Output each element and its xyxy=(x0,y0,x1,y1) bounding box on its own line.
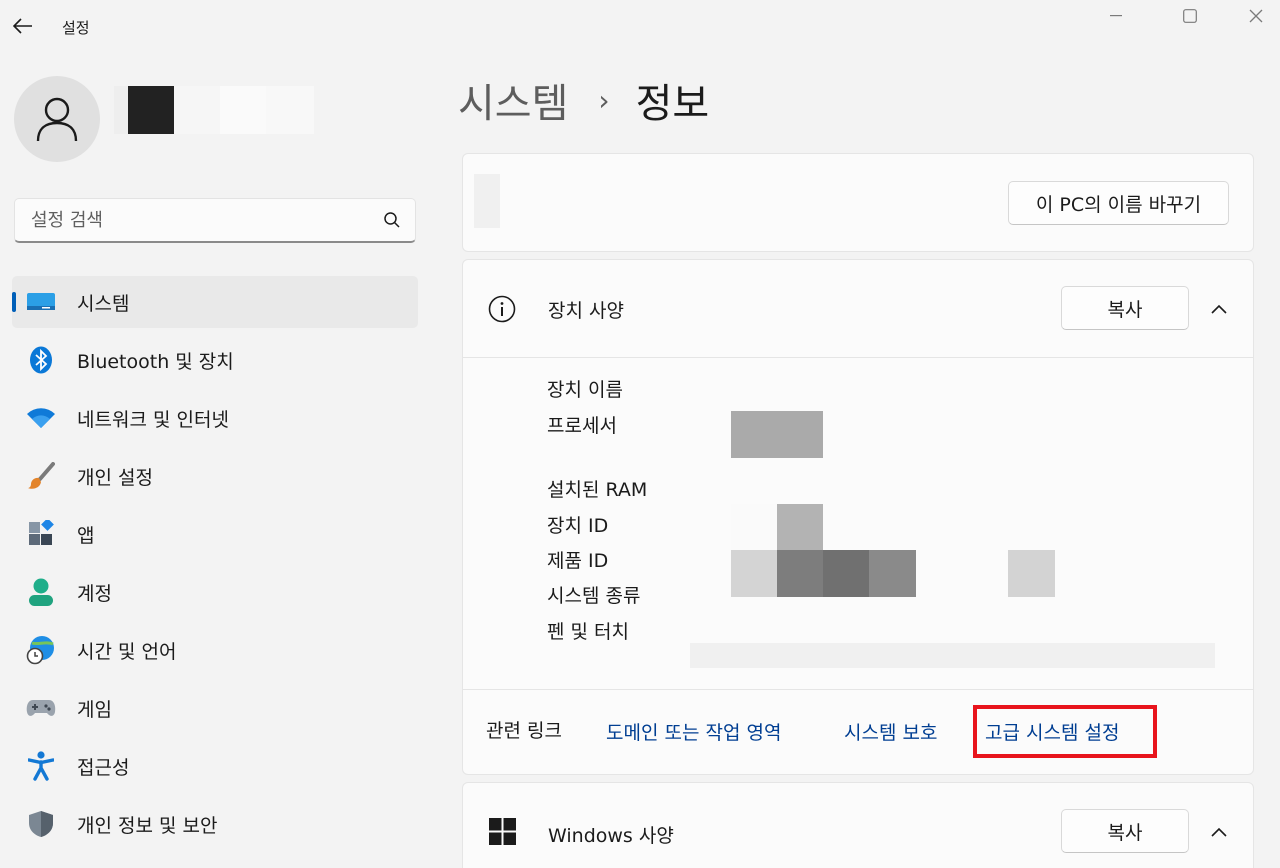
related-links-divider xyxy=(463,689,1253,690)
sidebar-item-accessibility[interactable]: 접근성 xyxy=(12,740,418,792)
search-box xyxy=(14,198,416,243)
close-button[interactable] xyxy=(1236,4,1276,28)
chevron-up-icon xyxy=(1211,827,1227,837)
sidebar-item-label: 앱 xyxy=(77,525,95,547)
info-icon xyxy=(488,295,516,323)
shield-icon xyxy=(26,810,56,838)
sidebar-item-label: 시스템 xyxy=(77,293,130,315)
window-title: 설정 xyxy=(62,19,90,37)
collapse-device-specs-button[interactable] xyxy=(1208,298,1230,320)
copy-device-specs-button[interactable]: 복사 xyxy=(1061,286,1189,330)
windows-logo-icon xyxy=(489,818,516,845)
highlight-box xyxy=(973,705,1157,758)
sidebar-item-apps[interactable]: 앱 xyxy=(12,508,418,560)
breadcrumb-parent[interactable]: 시스템 xyxy=(458,71,568,129)
sidebar-item-accounts[interactable]: 계정 xyxy=(12,566,418,618)
copy-windows-specs-button[interactable]: 복사 xyxy=(1061,809,1189,853)
breadcrumb-separator: › xyxy=(598,83,610,117)
windows-specs-card: Windows 사양 복사 xyxy=(462,782,1254,868)
link-system-protection[interactable]: 시스템 보호 xyxy=(844,718,937,745)
pc-name-redacted xyxy=(474,174,500,228)
search-icon[interactable] xyxy=(383,211,401,229)
spec-label-installed-ram: 설치된 RAM xyxy=(547,479,648,501)
accessibility-icon xyxy=(26,751,56,781)
sidebar-item-gaming[interactable]: 게임 xyxy=(12,682,418,734)
rename-pc-button[interactable]: 이 PC의 이름 바꾸기 xyxy=(1008,181,1229,225)
spec-label-device-name: 장치 이름 xyxy=(547,379,623,401)
minimize-button[interactable] xyxy=(1096,4,1136,28)
paintbrush-icon xyxy=(26,462,56,490)
sidebar-item-label: 게임 xyxy=(77,699,112,721)
apps-icon xyxy=(26,520,56,548)
sidebar-item-network[interactable]: 네트워크 및 인터넷 xyxy=(12,392,418,444)
search-input[interactable] xyxy=(15,199,375,241)
breadcrumb: 시스템 › 정보 xyxy=(458,72,709,128)
maximize-button[interactable] xyxy=(1170,4,1210,28)
link-domain-workgroup[interactable]: 도메인 또는 작업 영역 xyxy=(606,718,781,745)
maximize-icon xyxy=(1183,9,1197,23)
avatar[interactable] xyxy=(14,76,100,162)
title-bar: 설정 xyxy=(0,0,1280,52)
spec-label-product-id: 제품 ID xyxy=(547,550,609,572)
windows-specs-title: Windows 사양 xyxy=(548,825,674,847)
sidebar-item-label: 개인 설정 xyxy=(77,467,153,489)
account-icon xyxy=(26,578,56,606)
spec-label-device-id: 장치 ID xyxy=(547,515,609,537)
profile-name-redacted xyxy=(114,86,314,134)
device-specs-title: 장치 사양 xyxy=(548,300,624,322)
bluetooth-icon xyxy=(26,346,56,374)
sidebar-item-label: 접근성 xyxy=(77,757,130,779)
gamepad-icon xyxy=(26,694,56,722)
sidebar-item-personalization[interactable]: 개인 설정 xyxy=(12,450,418,502)
time-language-icon xyxy=(26,636,56,665)
collapse-windows-specs-button[interactable] xyxy=(1208,821,1230,843)
back-arrow-icon xyxy=(13,18,32,34)
system-display-icon xyxy=(26,288,56,316)
wifi-icon xyxy=(26,404,56,432)
sidebar-nav: 시스템 Bluetooth 및 장치 네트워크 및 인터넷 개인 설정 앱 계정 xyxy=(12,276,418,856)
user-icon xyxy=(36,97,78,142)
sidebar-item-time-language[interactable]: 시간 및 언어 xyxy=(12,624,418,676)
sidebar-item-label: 계정 xyxy=(77,583,112,605)
spec-label-processor: 프로세서 xyxy=(547,415,617,437)
sidebar-item-label: Bluetooth 및 장치 xyxy=(77,351,234,373)
related-links-title: 관련 링크 xyxy=(486,720,562,742)
sidebar-item-privacy-security[interactable]: 개인 정보 및 보안 xyxy=(12,798,418,850)
chevron-up-icon xyxy=(1211,304,1227,314)
close-icon xyxy=(1249,9,1263,23)
spec-label-system-type: 시스템 종류 xyxy=(547,585,641,607)
minimize-icon xyxy=(1110,15,1122,17)
sidebar-item-label: 시간 및 언어 xyxy=(77,641,177,663)
pc-name-card: 이 PC의 이름 바꾸기 xyxy=(462,153,1254,252)
page-title: 정보 xyxy=(635,81,710,127)
sidebar-item-bluetooth[interactable]: Bluetooth 및 장치 xyxy=(12,334,418,386)
spec-label-pen-touch: 펜 및 터치 xyxy=(547,621,629,643)
sidebar-item-label: 개인 정보 및 보안 xyxy=(77,815,218,837)
sidebar-item-label: 네트워크 및 인터넷 xyxy=(77,409,229,431)
sidebar-item-system[interactable]: 시스템 xyxy=(12,276,418,328)
back-button[interactable] xyxy=(10,12,36,40)
